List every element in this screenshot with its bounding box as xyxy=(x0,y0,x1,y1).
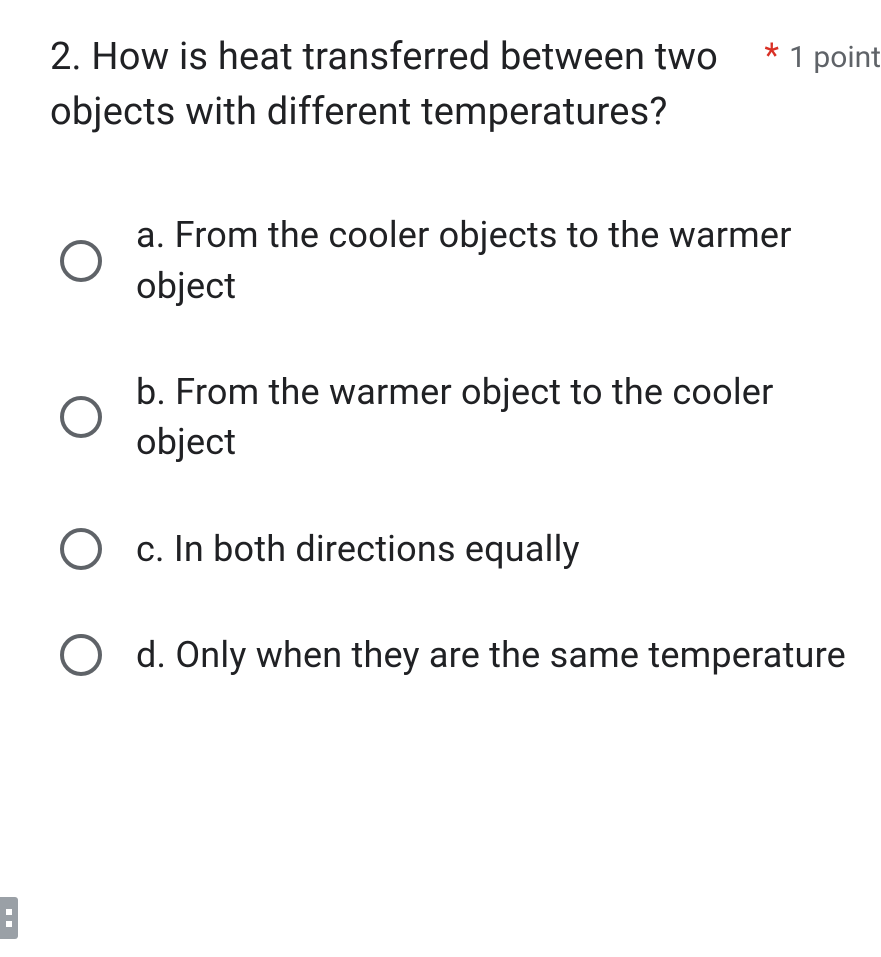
points-label: 1 point xyxy=(789,40,881,75)
radio-icon[interactable] xyxy=(60,634,102,676)
side-tab-icon[interactable] xyxy=(0,897,18,939)
required-asterisk-icon: * xyxy=(764,36,779,76)
option-b[interactable]: b. From the warmer object to the cooler … xyxy=(60,367,881,468)
options-list: a. From the cooler objects to the warmer… xyxy=(50,210,881,680)
option-c[interactable]: c. In both directions equally xyxy=(60,524,881,574)
question-text: 2. How is heat transferred between two o… xyxy=(50,30,744,140)
radio-icon[interactable] xyxy=(60,240,102,282)
radio-icon[interactable] xyxy=(60,396,102,438)
option-label: d. Only when they are the same temperatu… xyxy=(136,630,846,680)
question-header: 2. How is heat transferred between two o… xyxy=(50,30,881,140)
points-wrap: * 1 point xyxy=(764,30,881,76)
option-label: a. From the cooler objects to the warmer… xyxy=(136,210,881,311)
option-label: b. From the warmer object to the cooler … xyxy=(136,367,881,468)
option-d[interactable]: d. Only when they are the same temperatu… xyxy=(60,630,881,680)
option-label: c. In both directions equally xyxy=(136,524,580,574)
radio-icon[interactable] xyxy=(60,528,102,570)
option-a[interactable]: a. From the cooler objects to the warmer… xyxy=(60,210,881,311)
question-text-wrap: 2. How is heat transferred between two o… xyxy=(50,30,764,140)
